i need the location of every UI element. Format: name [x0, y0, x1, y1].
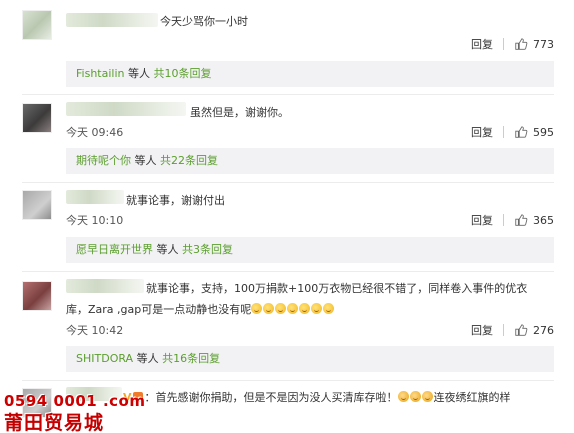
divider [503, 126, 504, 138]
comment-text: 就事论事，支持，100万捐款+100万衣物已经很不错了，同样卷入事件的优衣 [146, 282, 528, 295]
divider [503, 38, 504, 50]
reply-summary[interactable]: 期待呢个你 等人 共22条回复 [66, 148, 554, 174]
watermark-title: 莆田贸易城 [4, 412, 105, 433]
comment-text: 就事论事，谢谢付出 [126, 194, 225, 207]
thumbs-up-icon[interactable] [514, 37, 528, 51]
comment-text-tail: 连夜绣红旗的样 [433, 391, 511, 404]
reply-etc-label: 等人 [133, 352, 163, 365]
smiley-emoji-icon [287, 303, 299, 314]
username-blurred[interactable] [66, 102, 186, 116]
smiley-emoji-icon [409, 391, 421, 402]
divider [22, 271, 554, 272]
smiley-emoji-icon [323, 303, 335, 314]
reply-user-link[interactable]: Fishtailin [76, 67, 124, 80]
reply-summary[interactable]: SHITDORA 等人 共16条回复 [66, 346, 554, 372]
comment-text: 今天少骂你一小时 [160, 15, 248, 28]
reply-summary[interactable]: 愿早日离开世界 等人 共3条回复 [66, 237, 554, 263]
reply-summary[interactable]: Fishtailin 等人 共10条回复 [66, 61, 554, 87]
reply-count-link[interactable]: 共16条回复 [162, 352, 220, 365]
reply-count-link[interactable]: 共22条回复 [160, 154, 218, 167]
like-count: 276 [533, 323, 554, 337]
smiley-emoji-icon [299, 303, 311, 314]
comment-actions: 回复 595 [471, 124, 554, 140]
reply-button[interactable]: 回复 [471, 212, 493, 228]
comment-text: 库，Zara ,gap可是一点动静也没有呢 [66, 303, 252, 316]
username-blurred[interactable] [66, 13, 158, 27]
divider [503, 214, 504, 226]
comment-actions: 回复 276 [471, 322, 554, 338]
avatar[interactable] [22, 10, 52, 40]
reply-button[interactable]: 回复 [471, 36, 493, 52]
smiley-emoji-icon [397, 391, 409, 402]
smiley-emoji-icon [251, 303, 263, 314]
comment-time: 今天 09:46 [66, 126, 124, 139]
divider [22, 182, 554, 183]
avatar[interactable] [22, 103, 52, 133]
username-blurred[interactable] [66, 279, 144, 293]
comment-text: ：首先感谢你捐助，但是不是因为没人买清库存啦！ [144, 391, 398, 404]
reply-user-link[interactable]: SHITDORA [76, 352, 133, 365]
like-count: 773 [533, 37, 554, 51]
divider [22, 94, 554, 95]
smiley-emoji-icon [275, 303, 287, 314]
reply-etc-label: 等人 [153, 243, 182, 256]
thumbs-up-icon[interactable] [514, 323, 528, 337]
reply-count-link[interactable]: 共3条回复 [182, 243, 233, 256]
divider [22, 380, 554, 381]
divider [503, 324, 504, 336]
reply-user-link[interactable]: 期待呢个你 [76, 154, 131, 167]
smiley-emoji-icon [311, 303, 323, 314]
avatar[interactable] [22, 190, 52, 220]
comment-time: 今天 10:10 [66, 214, 124, 227]
reply-button[interactable]: 回复 [471, 322, 493, 338]
comment-text-line: V ：首先感谢你捐助，但是不是因为没人买清库存啦！ 连夜绣红旗的样 [123, 389, 511, 405]
reply-count-link[interactable]: 共10条回复 [153, 67, 211, 80]
username-blurred[interactable] [66, 190, 124, 204]
comment-actions: 回复 773 [471, 36, 554, 52]
comment-actions: 回复 365 [471, 212, 554, 228]
comment-text-line2: 库，Zara ,gap可是一点动静也没有呢 [66, 301, 335, 317]
reply-user-link[interactable]: 愿早日离开世界 [76, 243, 153, 256]
comment-text: 虽然但是，谢谢你。 [190, 106, 289, 119]
reply-button[interactable]: 回复 [471, 124, 493, 140]
thumbs-up-icon[interactable] [514, 125, 528, 139]
reply-etc-label: 等人 [131, 154, 160, 167]
like-count: 595 [533, 125, 554, 139]
avatar[interactable] [22, 281, 52, 311]
thumbs-up-icon[interactable] [514, 213, 528, 227]
smiley-emoji-icon [263, 303, 275, 314]
reply-etc-label: 等人 [124, 67, 154, 80]
smiley-emoji-icon [421, 391, 433, 402]
comment-time: 今天 10:42 [66, 324, 124, 337]
like-count: 365 [533, 213, 554, 227]
